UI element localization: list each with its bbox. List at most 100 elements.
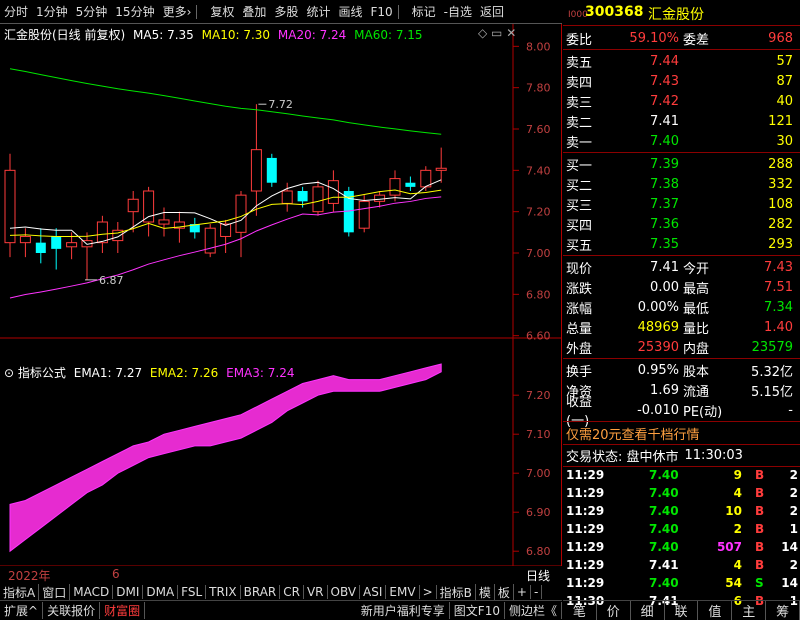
status-item[interactable]: 财富圈: [100, 602, 146, 619]
toolbar-item[interactable]: F10: [366, 5, 396, 19]
indicator-tab[interactable]: TRIX: [206, 585, 241, 599]
buy-volume: 332: [768, 176, 793, 192]
status-item[interactable]: 侧边栏《: [505, 602, 562, 619]
trade-status-time: 11:30:03: [684, 447, 743, 463]
indicator-tab[interactable]: 板: [495, 583, 514, 601]
detail-tabs: 笔价细联值主筹: [563, 600, 800, 620]
toolbar-item[interactable]: 15分钟: [111, 3, 158, 20]
toolbar-item[interactable]: 画线: [334, 3, 366, 20]
trade-row: 11:29 7.40 4 B 2: [563, 486, 800, 504]
trade-time: 11:29: [566, 468, 605, 482]
toolbar-item[interactable]: 多股: [270, 3, 302, 20]
toolbar-item[interactable]: 复权: [206, 3, 238, 20]
trade-side: B: [755, 558, 765, 572]
status-item[interactable]: 图文F10: [450, 602, 505, 619]
indicator-tab[interactable]: DMI: [113, 585, 144, 599]
indicator-tab[interactable]: 指标B: [437, 583, 476, 601]
trade-count: 2: [789, 504, 798, 518]
detail-tab[interactable]: 细: [631, 601, 665, 620]
toolbar-item[interactable]: 统计: [302, 3, 334, 20]
toolbar-item[interactable]: 更多›: [159, 3, 196, 20]
buy-volume: 288: [768, 156, 793, 172]
sell-volume: 121: [768, 113, 793, 129]
sell-row[interactable]: 卖四 7.43 87: [563, 71, 800, 91]
quote-row: 涨幅 0.00% 最低 7.34: [563, 297, 800, 317]
quote-value: 0.95%: [637, 362, 679, 378]
quote-label: 今开: [683, 261, 710, 277]
trade-count: 2: [789, 468, 798, 482]
window-controls[interactable]: ◇ ▭ ✕: [478, 26, 516, 40]
kline-chart[interactable]: 8.00 7.80 7.60 7.40 7.20 7.00 6.80 6.60 7.72 6.87…: [0, 24, 562, 567]
buy-row[interactable]: 买二 7.38 332: [563, 174, 800, 194]
sell-price: 7.41: [650, 113, 679, 129]
indicator-tab[interactable]: >: [420, 585, 437, 599]
detail-tab[interactable]: 联: [665, 601, 699, 620]
sub-legend-title[interactable]: 指标公式: [18, 366, 66, 380]
indicator-tab[interactable]: CR: [280, 585, 304, 599]
legend-ma20: MA20: 7.24: [277, 28, 347, 42]
trade-volume: 54: [725, 576, 742, 590]
indicator-tab[interactable]: EMV: [386, 585, 420, 599]
indicator-tab[interactable]: 模: [476, 583, 495, 601]
buy-row[interactable]: 买一 7.39 288: [563, 154, 800, 174]
buy-row[interactable]: 买五 7.35 293: [563, 234, 800, 254]
toolbar-item[interactable]: -自选: [440, 3, 476, 20]
detail-tab[interactable]: 笔: [563, 601, 597, 620]
indicator-tab[interactable]: 窗口: [39, 583, 71, 601]
indicator-tab[interactable]: BRAR: [241, 585, 281, 599]
indicator-tab[interactable]: -: [531, 585, 543, 599]
trade-row: 11:29 7.40 507 B 14: [563, 540, 800, 558]
quote-value: 23579: [751, 339, 793, 355]
x-month: 6: [112, 567, 120, 581]
axis-label: 7.80: [526, 82, 551, 95]
indicator-tab[interactable]: ASI: [360, 585, 387, 599]
indicator-tab[interactable]: DMA: [143, 585, 179, 599]
indicator-tab[interactable]: VR: [304, 585, 328, 599]
sell-row[interactable]: 卖二 7.41 121: [563, 111, 800, 131]
indicator-tab[interactable]: FSL: [178, 585, 207, 599]
sell-row[interactable]: 卖五 7.44 57: [563, 51, 800, 71]
quote-row: 收益(一) -0.010 PE(动) -: [563, 395, 800, 429]
indicator-tabs: 指标A 窗口 MACD DMI DMA FSL TRIX BRAR CR VR OBV ASI EMV >…: [0, 583, 562, 601]
candle-body: [358, 200, 370, 229]
quote-panel: I000 300368 汇金股份 委比 59.10% 委差 968 卖五 7.44 57 卖四…: [563, 0, 800, 620]
detail-tab[interactable]: 筹: [766, 601, 800, 620]
chevron-down-icon[interactable]: ⊙: [4, 366, 14, 380]
toolbar-item[interactable]: 5分钟: [72, 3, 112, 20]
sell-price: 7.42: [650, 93, 679, 109]
indicator-tab[interactable]: 指标A: [0, 583, 40, 601]
toolbar-item[interactable]: 标记: [408, 3, 440, 20]
detail-tab[interactable]: 价: [597, 601, 631, 620]
quote-label: 涨幅: [566, 301, 593, 317]
sell-row[interactable]: 卖三 7.42 40: [563, 91, 800, 111]
quote-value: 5.32亿: [751, 364, 793, 380]
indicator-tab[interactable]: MACD: [70, 585, 114, 599]
detail-tab[interactable]: 值: [698, 601, 733, 620]
toolbar-item[interactable]: 叠加: [238, 3, 270, 20]
indicator-tab[interactable]: +: [514, 585, 531, 599]
ema-band: [9, 363, 442, 553]
status-item[interactable]: 新用户福利专享: [357, 602, 450, 619]
sell-row[interactable]: 卖一 7.40 30: [563, 131, 800, 151]
quote-value: 48969: [637, 319, 679, 335]
trade-status-label: 交易状态: 盘中休市: [566, 449, 679, 465]
indicator-tab[interactable]: OBV: [328, 585, 361, 599]
buy-row[interactable]: 买三 7.37 108: [563, 194, 800, 214]
buy-row[interactable]: 买四 7.36 282: [563, 214, 800, 234]
candle-body: [297, 191, 308, 202]
quote-value: 7.43: [764, 259, 793, 275]
toolbar-item[interactable]: 返回: [476, 3, 508, 20]
detail-tab[interactable]: 主: [732, 601, 767, 620]
toolbar-item[interactable]: 分时: [0, 3, 32, 20]
sub-axis-label: 7.20: [526, 389, 551, 402]
chart-area[interactable]: 8.00 7.80 7.60 7.40 7.20 7.00 6.80 6.60 7.72 6.87…: [0, 24, 562, 567]
status-item[interactable]: 扩展^: [0, 602, 44, 619]
trade-status: 交易状态: 盘中休市 11:30:03: [563, 445, 800, 465]
toolbar-item[interactable]: 1分钟: [32, 3, 72, 20]
quote-label: 现价: [566, 261, 593, 277]
promo-banner[interactable]: 仅需20元查看千档行情: [563, 423, 800, 443]
candle-body: [143, 190, 155, 223]
sell-price: 7.43: [650, 73, 679, 89]
trade-row: 11:29 7.40 2 B 1: [563, 522, 800, 540]
status-item[interactable]: 关联报价: [43, 602, 101, 619]
